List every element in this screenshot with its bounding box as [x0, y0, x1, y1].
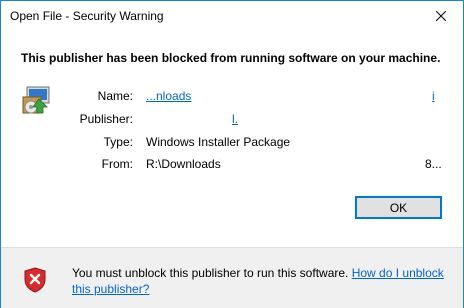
type-label: Type: [103, 135, 133, 149]
redacted-region [221, 155, 425, 171]
title-bar: Open File - Security Warning [1, 1, 463, 31]
type-value: Windows Installer Package [146, 135, 291, 149]
close-icon [436, 11, 446, 21]
publisher-label: Publisher: [79, 112, 133, 126]
unblock-message: You must unblock this publisher to run t… [72, 266, 349, 280]
window-title: Open File - Security Warning [10, 9, 164, 23]
ok-button[interactable]: OK [355, 196, 442, 219]
redacted-region [146, 110, 231, 126]
name-link[interactable]: ...nloads [146, 89, 191, 103]
from-trailing: 8... [425, 157, 442, 171]
close-button[interactable] [419, 1, 463, 31]
shield-error-icon [24, 267, 46, 293]
installer-package-icon [22, 86, 50, 114]
name-trailing-link[interactable]: i [432, 89, 435, 103]
footer-panel: You must unblock this publisher to run t… [1, 247, 463, 308]
footer-message-block: You must unblock this publisher to run t… [72, 265, 452, 297]
name-label: Name: [97, 89, 133, 103]
redacted-region [193, 87, 419, 103]
publisher-link[interactable]: l. [232, 112, 238, 126]
from-label: From: [101, 157, 133, 171]
warning-headline: This publisher has been blocked from run… [21, 51, 441, 65]
security-warning-dialog: Open File - Security Warning This publis… [0, 0, 464, 308]
from-value: R:\Downloads\ [146, 157, 225, 171]
